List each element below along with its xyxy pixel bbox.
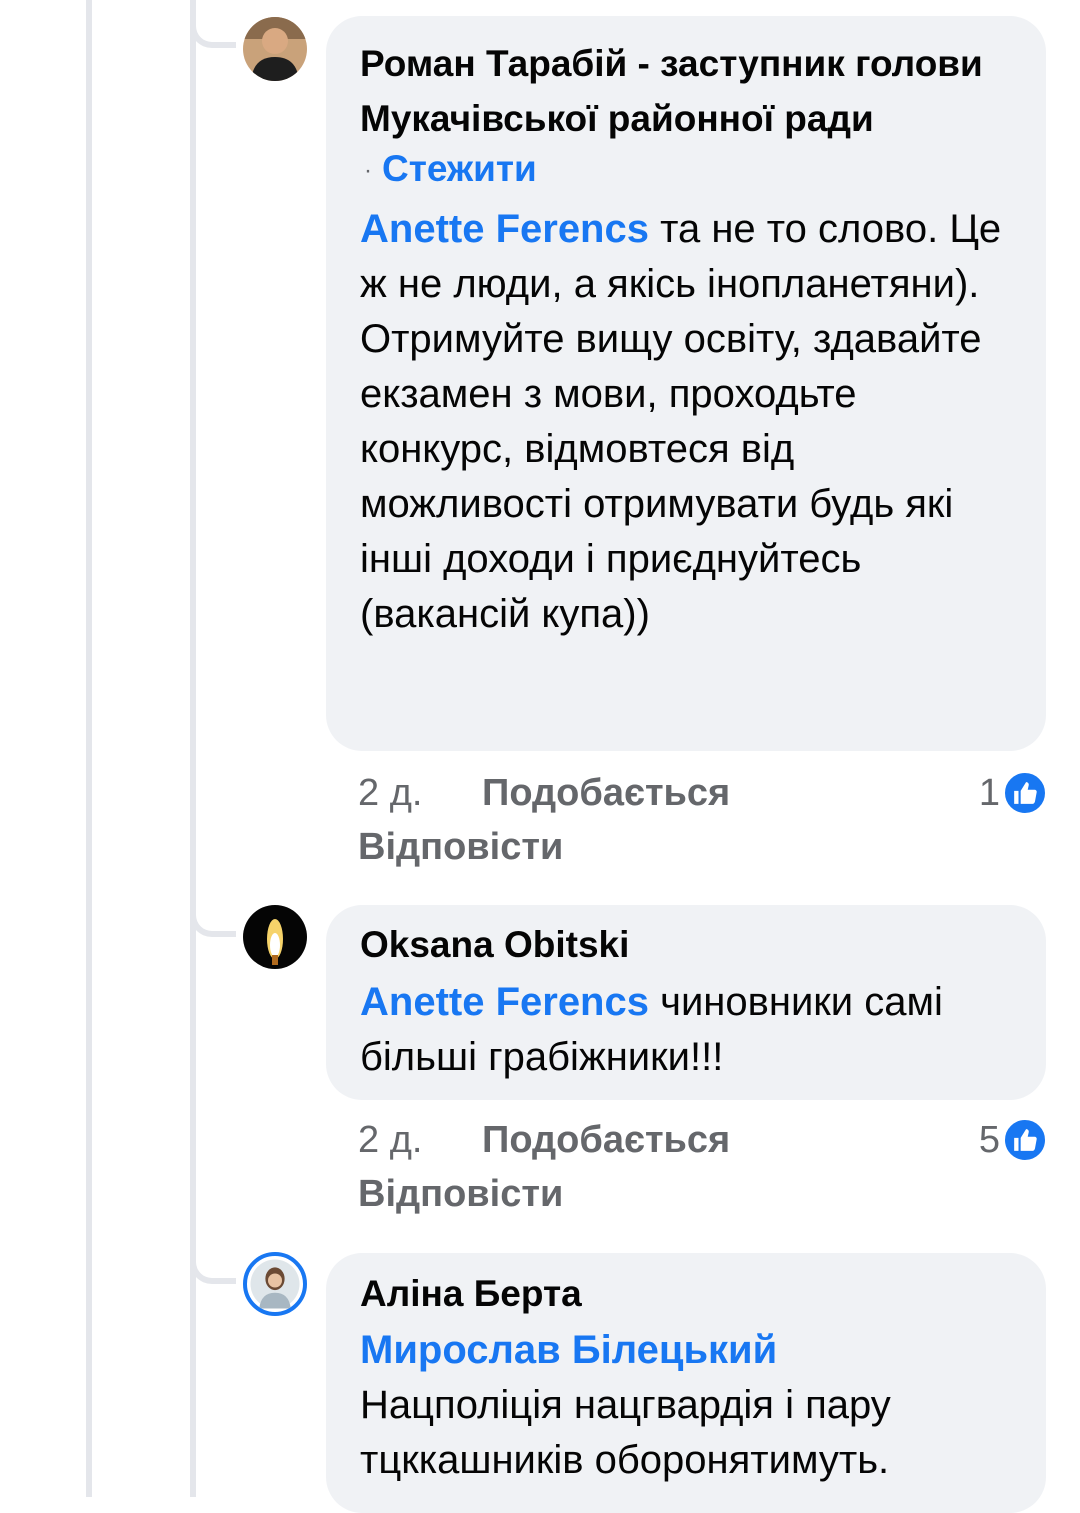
reply-connector [190,1262,236,1284]
avatar[interactable] [243,17,307,81]
reaction-count: 1 [978,772,1000,814]
comment-author[interactable]: Аліна Берта [360,1273,1012,1315]
thread-line-outer [86,0,92,1497]
separator-dot: · [364,157,372,185]
reaction-summary[interactable]: 1 [979,766,1048,820]
reaction-summary[interactable]: 5 [979,1113,1048,1167]
comment-actions: 2 д. Подобається 1 Відповісти [358,766,1048,874]
comment-actions: 2 д. Подобається 5 Відповісти [358,1113,1048,1221]
comment-body: Anette Ferencs чиновники самі більші гра… [360,975,1012,1085]
follow-row: · Стежити [360,146,1012,194]
avatar[interactable] [243,1252,307,1316]
reaction-count: 5 [978,1119,1000,1161]
comment-time[interactable]: 2 д. [358,766,482,820]
comment-bubble: Роман Тарабій - заступник голови Мукачів… [326,16,1046,751]
follow-link[interactable]: Стежити [382,148,537,189]
comment-body: Anette Ferencs та не то слово. Це ж не л… [360,202,1012,642]
like-button[interactable]: Подобається [482,772,730,814]
like-button[interactable]: Подобається [482,1119,730,1161]
comment-author[interactable]: Роман Тарабій - заступник голови Мукачів… [360,36,1012,146]
comment-bubble: Oksana Obitski Anette Ferencs чиновники … [326,905,1046,1100]
comment-time[interactable]: 2 д. [358,1113,482,1167]
reply-connector [190,26,236,48]
reply-connector [190,915,236,937]
comment-bubble: Аліна Берта Мирослав Білецький Нацполіці… [326,1253,1046,1513]
reply-button[interactable]: Відповісти [358,1167,1048,1221]
comment-text: Нацполіція нацгвардія і пару тцккашників… [360,1383,891,1482]
comment-text: та не то слово. Це ж не люди, а якісь ін… [360,207,1002,637]
like-icon [1002,770,1048,816]
avatar[interactable] [243,905,307,969]
comment-author[interactable]: Oksana Obitski [360,925,1012,965]
like-icon [1002,1117,1048,1163]
mention-link[interactable]: Мирослав Білецький [360,1323,1012,1378]
mention-link[interactable]: Anette Ferencs [360,207,649,251]
reply-button[interactable]: Відповісти [358,820,1048,874]
mention-link[interactable]: Anette Ferencs [360,980,649,1024]
